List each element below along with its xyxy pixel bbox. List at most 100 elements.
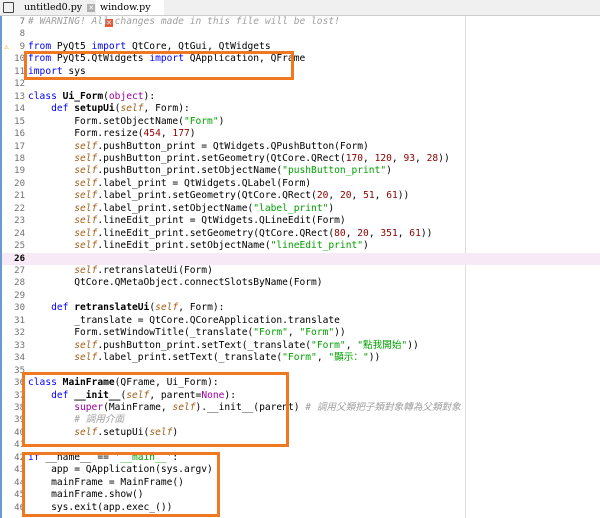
token-p: )) <box>407 339 419 351</box>
highlight-box-mainframe <box>22 372 289 447</box>
code-line[interactable]: 13 class Ui_Form(object): <box>2 91 600 103</box>
token-p <box>28 203 74 214</box>
code-line[interactable]: 12 <box>2 78 600 90</box>
code-text: def setupUi(self, Form): <box>28 103 190 115</box>
token-str: "label_print" <box>253 202 329 214</box>
token-self: self <box>74 240 98 252</box>
line-number: 34 <box>14 353 25 364</box>
token-self: self <box>74 177 98 189</box>
line-number: 17 <box>14 141 25 152</box>
token-num: 61 <box>386 190 398 202</box>
code-line[interactable]: 24 self.lineEdit_print.setGeometry(QtCor… <box>2 228 600 240</box>
code-text: class Ui_Form(object): <box>28 91 155 103</box>
token-str: "pushButton_print" <box>282 165 387 177</box>
code-line[interactable]: 18 self.pushButton_print.setGeometry(QtC… <box>2 153 600 165</box>
code-line[interactable]: 27 self.retranslateUi(Form) <box>2 265 600 277</box>
line-number: 24 <box>14 228 25 239</box>
token-p <box>28 228 74 239</box>
highlight-box-imports <box>24 51 294 80</box>
token-p: .lineEdit_print.setObjectName( <box>97 240 271 252</box>
browse-tabs-icon[interactable] <box>3 2 14 13</box>
code-line[interactable]: 14 def setupUi(self, Form): <box>2 103 600 115</box>
token-p: , <box>351 190 364 202</box>
code-text: self.pushButton_print.setGeometry(QtCore… <box>28 153 450 165</box>
code-line[interactable]: 15 Form.setObjectName("Form") <box>2 116 600 128</box>
code-line[interactable]: 17 self.pushButton_print = QtWidgets.QPu… <box>2 141 600 153</box>
token-p: .label_print.setObjectName( <box>97 202 254 214</box>
token-p: ): <box>143 90 156 102</box>
token-str: "Form" <box>311 339 346 351</box>
code-line[interactable]: 25 self.lineEdit_print.setObjectName("li… <box>2 240 600 252</box>
token-p: Form.resize( <box>28 128 144 140</box>
token-p <box>28 302 51 313</box>
code-text: self.label_print.setObjectName("label_pr… <box>28 203 334 215</box>
line-number: 25 <box>14 241 25 252</box>
code-line[interactable]: 33 self.pushButton_print.setText(_transl… <box>2 340 600 352</box>
line-number: 33 <box>14 340 25 351</box>
token-num: 20 <box>339 190 352 202</box>
token-self: self <box>120 103 144 115</box>
token-p: _translate = QtCore.QCoreApplication.tra… <box>28 314 340 326</box>
token-self: self <box>74 339 98 351</box>
code-line[interactable]: 16 Form.resize(454, 177) <box>2 128 600 140</box>
code-text: Form.setWindowTitle(_translate("Form", "… <box>28 327 346 339</box>
token-p: )) <box>334 327 346 339</box>
code-line[interactable]: 30 def retranslateUi(self, Form): <box>2 302 600 314</box>
token-fn: Ui_Form <box>62 90 104 102</box>
token-num: 28 <box>426 152 439 164</box>
tab-window-py[interactable]: window.py✕ <box>96 0 164 27</box>
code-line[interactable]: 28 QtCore.QMetaObject.connectSlotsByName… <box>2 277 600 289</box>
code-text: self.lineEdit_print.setObjectName("lineE… <box>28 240 369 252</box>
code-text: self.pushButton_print.setObjectName("pus… <box>28 165 392 177</box>
line-number: 15 <box>14 116 25 127</box>
token-str: "點我開始" <box>357 339 408 351</box>
code-text: self.label_print = QtWidgets.QLabel(Form… <box>28 178 311 190</box>
token-p: .lineEdit_print.setGeometry(QtCore.QRect… <box>97 227 335 239</box>
token-num: 93 <box>403 152 416 164</box>
token-p: , <box>287 327 300 339</box>
code-text: Form.setObjectName("Form") <box>28 116 224 128</box>
code-line[interactable]: 8 <box>2 28 600 40</box>
code-text: self.label_print.setText(_translate("For… <box>28 352 380 364</box>
tab-untitled0[interactable]: untitled0.py ✕ <box>20 0 99 15</box>
token-num: 80 <box>334 227 346 239</box>
code-line[interactable]: 21 self.label_print.setGeometry(QtCore.Q… <box>2 190 600 202</box>
token-p: , <box>316 352 329 364</box>
token-num: 170 <box>345 152 364 164</box>
close-icon[interactable]: ✕ <box>87 3 96 12</box>
token-p: , <box>391 152 404 164</box>
token-fn: setupUi <box>74 103 115 115</box>
code-line[interactable]: 29 <box>2 290 600 302</box>
token-p: , <box>374 190 387 202</box>
code-line[interactable]: 22 self.label_print.setObjectName("label… <box>2 203 600 215</box>
code-text: self.lineEdit_print.setGeometry(QtCore.Q… <box>28 228 432 240</box>
token-num: 120 <box>374 152 392 164</box>
token-p: )) <box>438 152 450 164</box>
token-p: .pushButton_print.setGeometry(QtCore.QRe… <box>97 152 346 164</box>
token-p: , <box>368 227 381 239</box>
code-line[interactable]: 20 self.label_print = QtWidgets.QLabel(F… <box>2 178 600 190</box>
code-line[interactable]: 7 # WARNING! All changes made in this fil… <box>2 16 600 28</box>
code-line[interactable]: 23 self.lineEdit_print = QtWidgets.QLine… <box>2 215 600 227</box>
token-str: "Form" <box>183 115 219 127</box>
code-line[interactable]: 19 self.pushButton_print.setObjectName("… <box>2 165 600 177</box>
token-bi: object <box>108 90 144 102</box>
code-line[interactable]: 31 _translate = QtCore.QCoreApplication.… <box>2 315 600 327</box>
code-line[interactable]: 26 <box>2 252 600 265</box>
code-text: self.pushButton_print.setText(_translate… <box>28 340 419 352</box>
token-p <box>28 103 51 114</box>
token-p <box>28 240 74 251</box>
token-p: .lineEdit_print = QtWidgets.QLineEdit(Fo… <box>97 215 346 227</box>
code-line[interactable]: 32 Form.setWindowTitle(_translate("Form"… <box>2 327 600 339</box>
token-p: .label_print.setText(_translate( <box>97 352 283 364</box>
code-text: self.retranslateUi(Form) <box>28 265 213 277</box>
token-p: ) <box>189 128 196 140</box>
token-str: "顯示：" <box>328 352 369 364</box>
line-number: 7 <box>19 17 25 27</box>
code-line[interactable]: 34 self.label_print.setText(_translate("… <box>2 352 600 364</box>
warning-icon[interactable]: ⚠ <box>4 41 9 53</box>
token-num: 177 <box>172 128 190 140</box>
token-num: 454 <box>143 128 161 140</box>
token-self: self <box>74 190 98 202</box>
token-p <box>28 153 74 164</box>
